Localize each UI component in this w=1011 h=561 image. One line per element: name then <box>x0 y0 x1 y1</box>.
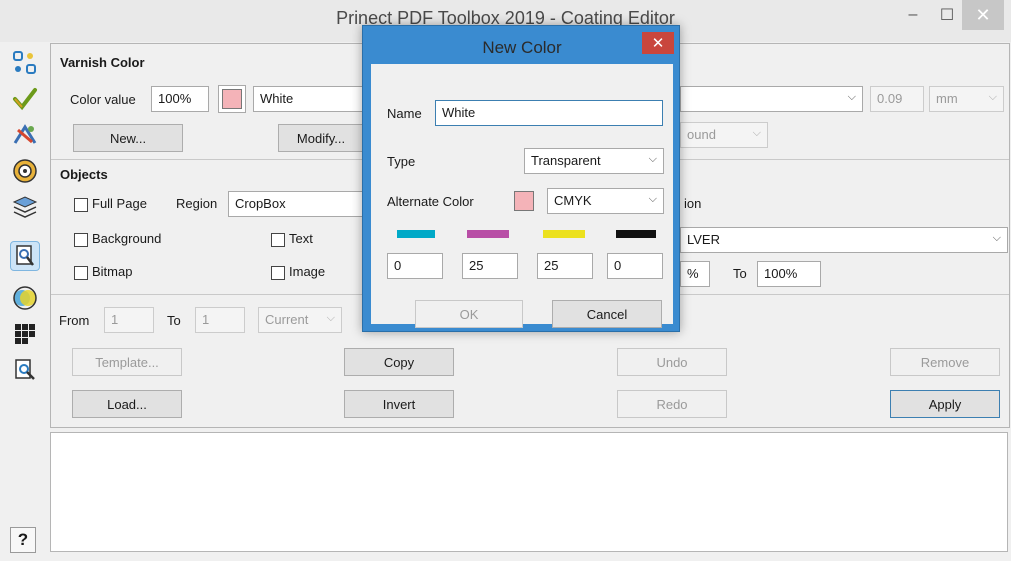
venn-icon[interactable] <box>10 283 40 313</box>
to-percent-input[interactable]: 100% <box>757 261 821 287</box>
chevron-down-icon: ⌵ <box>648 193 657 205</box>
bitmap-checkbox[interactable] <box>74 266 88 280</box>
coating-icon[interactable] <box>10 241 40 271</box>
target-icon[interactable] <box>10 156 40 186</box>
copy-button[interactable]: Copy <box>344 348 454 376</box>
color-value-input[interactable]: 100% <box>151 86 209 112</box>
alternate-color-swatch <box>514 191 534 211</box>
layers-icon[interactable] <box>10 192 40 222</box>
background-label: Background <box>92 231 162 246</box>
varnish-color-swatch <box>222 89 242 109</box>
chevron-down-icon: ⌵ <box>326 312 335 324</box>
minimize-button[interactable]: – <box>893 0 933 30</box>
new-color-button[interactable]: New... <box>73 124 183 152</box>
type-label: Type <box>387 154 416 169</box>
from-percent-input[interactable]: % <box>680 261 710 287</box>
name-label: Name <box>387 106 422 121</box>
full-page-label: Full Page <box>92 196 147 211</box>
chevron-down-icon: ⌵ <box>988 91 997 103</box>
dialog-title: New Color <box>482 38 562 57</box>
mode-select[interactable]: ound ⌵ <box>680 122 768 148</box>
full-page-checkbox[interactable] <box>74 198 88 212</box>
objects-heading: Objects <box>60 167 108 182</box>
flow-icon[interactable] <box>10 48 40 78</box>
zoom-page-icon[interactable] <box>10 355 40 385</box>
varnish-color-select[interactable]: White <box>253 86 363 112</box>
check-icon[interactable] <box>10 84 40 114</box>
type-select[interactable]: Transparent ⌵ <box>524 148 664 174</box>
black-ink-bar <box>616 230 656 238</box>
redo-button[interactable]: Redo <box>617 390 727 418</box>
image-label: Image <box>289 264 326 279</box>
color-value-label: Color value <box>70 92 136 107</box>
new-color-dialog: New Color ✕ Name White Type Transparent … <box>362 25 680 332</box>
bitmap-label: Bitmap <box>92 264 133 279</box>
unit-value: mm <box>936 91 958 106</box>
dialog-close-button[interactable]: ✕ <box>642 32 674 54</box>
to-page-label: To <box>167 313 181 328</box>
magenta-value-input[interactable]: 25 <box>462 253 518 279</box>
page-scope-value: Current <box>265 312 309 327</box>
close-button[interactable]: ✕ <box>962 0 1004 30</box>
help-button[interactable]: ? <box>10 527 36 553</box>
remove-button[interactable]: Remove <box>890 348 1000 376</box>
cyan-ink-bar <box>397 230 435 238</box>
varnish-option-select[interactable]: ⌵ <box>680 86 863 112</box>
thickness-input[interactable]: 0.09 <box>870 86 924 112</box>
output-area[interactable] <box>50 432 1008 552</box>
varnish-color-value: White <box>260 91 294 106</box>
ok-button[interactable]: OK <box>415 300 523 328</box>
dialog-body: Name White Type Transparent ⌵ Alternate … <box>371 64 673 328</box>
color-name-input[interactable]: White <box>435 100 663 126</box>
magenta-ink-bar <box>467 230 509 238</box>
separation-value: LVER <box>687 232 720 247</box>
region-label: Region <box>176 196 218 211</box>
invert-button[interactable]: Invert <box>344 390 454 418</box>
background-checkbox[interactable] <box>74 233 88 247</box>
cancel-button[interactable]: Cancel <box>552 300 662 328</box>
alternate-color-select[interactable]: CMYK ⌵ <box>547 188 664 214</box>
chevron-down-icon: ⌵ <box>847 91 856 103</box>
type-value: Transparent <box>531 153 601 168</box>
route-icon[interactable] <box>10 120 40 150</box>
yellow-ink-bar <box>543 230 585 238</box>
varnish-color-heading: Varnish Color <box>60 55 145 70</box>
from-page-input[interactable]: 1 <box>104 307 154 333</box>
image-checkbox[interactable] <box>271 266 285 280</box>
varnish-swatch-button[interactable] <box>218 85 246 113</box>
mode-value: ound <box>687 127 716 142</box>
chevron-down-icon: ⌵ <box>992 232 1001 244</box>
to-page-input[interactable]: 1 <box>195 307 245 333</box>
text-checkbox[interactable] <box>271 233 285 247</box>
region-value: CropBox <box>235 196 286 211</box>
undo-button[interactable]: Undo <box>617 348 727 376</box>
alternate-color-label: Alternate Color <box>387 194 474 209</box>
cyan-value-input[interactable]: 0 <box>387 253 443 279</box>
apply-button[interactable]: Apply <box>890 390 1000 418</box>
unit-select[interactable]: mm ⌵ <box>929 86 1004 112</box>
maximize-button[interactable]: ☐ <box>933 0 961 30</box>
from-page-label: From <box>59 313 90 328</box>
text-label: Text <box>289 231 313 246</box>
yellow-value-input[interactable]: 25 <box>537 253 593 279</box>
page-scope-select[interactable]: Current ⌵ <box>258 307 342 333</box>
to-percent-label: To <box>733 266 747 281</box>
load-button[interactable]: Load... <box>72 390 182 418</box>
separation-select[interactable]: LVER ⌵ <box>680 227 1008 253</box>
modify-color-button[interactable]: Modify... <box>278 124 364 152</box>
region-select[interactable]: CropBox <box>228 191 364 217</box>
chevron-down-icon: ⌵ <box>648 153 657 165</box>
alternate-color-value: CMYK <box>554 193 592 208</box>
position-label: ion <box>684 196 702 211</box>
black-value-input[interactable]: 0 <box>607 253 663 279</box>
grid-icon[interactable] <box>10 319 40 349</box>
chevron-down-icon: ⌵ <box>752 127 761 139</box>
template-button[interactable]: Template... <box>72 348 182 376</box>
